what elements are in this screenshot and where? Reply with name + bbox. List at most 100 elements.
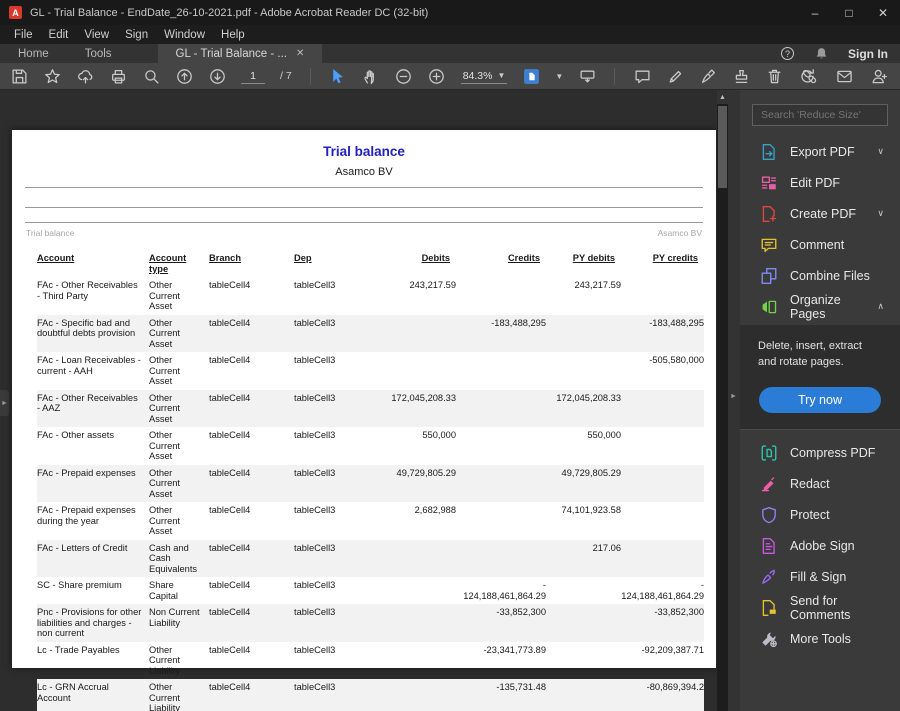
bell-icon[interactable] xyxy=(812,45,830,63)
menu-help[interactable]: Help xyxy=(213,25,253,44)
chevron-down-icon: ∨ xyxy=(877,146,884,156)
sidebar-item-export-pdf[interactable]: Export PDF ∨ xyxy=(740,136,900,167)
edit-pdf-icon xyxy=(760,174,778,192)
table-cell xyxy=(456,465,546,503)
table-cell xyxy=(456,427,546,465)
table-cell: 550,000 xyxy=(422,430,456,440)
scrollbar-thumb[interactable] xyxy=(718,106,727,188)
table-cell: -183,488,295 xyxy=(491,317,546,328)
sign-pen-icon[interactable] xyxy=(699,67,717,85)
table-cell: -183,488,295 xyxy=(649,317,704,328)
table-cell: -80,869,394.2 xyxy=(646,682,704,692)
table-cell: FAc - Other assets xyxy=(37,430,114,440)
hand-tool-icon[interactable] xyxy=(362,67,380,85)
page-number-input[interactable]: 1 xyxy=(241,68,265,84)
presentation-icon[interactable] xyxy=(578,67,596,85)
tools-pane-toggle-icon[interactable]: ► xyxy=(730,393,737,400)
divider xyxy=(25,222,703,223)
table-cell: tableCell3 xyxy=(294,392,336,403)
find-icon[interactable] xyxy=(142,67,160,85)
stamp-icon[interactable] xyxy=(732,67,750,85)
tools-search[interactable] xyxy=(752,104,888,126)
tab-close-icon[interactable]: ✕ xyxy=(296,48,304,59)
comment-tool-icon xyxy=(760,236,778,254)
zoom-out-icon[interactable] xyxy=(395,67,413,85)
zoom-level-value: 84.3% xyxy=(462,69,493,82)
sidebar-item-organize-pages[interactable]: Organize Pages ∧ xyxy=(740,291,900,322)
prev-page-icon[interactable] xyxy=(175,67,193,85)
sign-in-button[interactable]: Sign In xyxy=(848,47,888,61)
sidebar-item-edit-pdf[interactable]: Edit PDF xyxy=(740,167,900,198)
select-tool-icon[interactable] xyxy=(329,67,347,85)
sidebar-item-protect[interactable]: Protect xyxy=(740,500,900,531)
table-cell: FAc - Prepaid expenses xyxy=(37,467,136,478)
table-cell: FAc - Prepaid expenses during the year xyxy=(37,505,136,526)
menu-file[interactable]: File xyxy=(6,25,41,44)
nav-pane-toggle-icon[interactable]: ► xyxy=(0,390,9,416)
table-cell xyxy=(546,315,621,353)
save-icon[interactable] xyxy=(10,67,28,85)
table-cell: -505,580,000 xyxy=(649,355,704,365)
table-row: FAc - Specific bad and doubtful debts pr… xyxy=(37,314,704,353)
help-icon[interactable]: ? xyxy=(781,47,794,60)
fit-page-icon[interactable] xyxy=(522,67,540,85)
menu-sign[interactable]: Sign xyxy=(117,25,156,44)
sidebar-item-send-for-comments[interactable]: Send for Comments xyxy=(740,593,900,624)
sidebar-item-redact[interactable]: Redact xyxy=(740,469,900,500)
zoom-in-icon[interactable] xyxy=(428,67,446,85)
try-now-button[interactable]: Try now xyxy=(759,386,881,413)
table-cell: tableCell3 xyxy=(294,505,336,515)
vertical-scrollbar[interactable]: ▲ xyxy=(717,90,728,711)
table-cell: tableCell3 xyxy=(294,542,336,553)
table-cell: -33,852,300 xyxy=(654,607,704,617)
sidebar-item-compress-pdf[interactable]: Compress PDF xyxy=(740,438,900,469)
print-icon[interactable] xyxy=(109,67,127,85)
column-header: Debits xyxy=(421,253,450,263)
link-icon[interactable] xyxy=(800,67,818,85)
email-icon[interactable] xyxy=(835,67,853,85)
share-upload-icon[interactable] xyxy=(76,67,94,85)
menu-view[interactable]: View xyxy=(76,25,117,44)
search-input[interactable] xyxy=(753,109,887,121)
star-icon[interactable] xyxy=(43,67,61,85)
sidebar-item-label: Combine Files xyxy=(790,268,870,283)
table-cell: 2,682,988 xyxy=(414,505,456,515)
delete-icon[interactable] xyxy=(765,67,783,85)
column-header: Dep xyxy=(294,253,312,263)
sidebar-item-more-tools[interactable]: More Tools xyxy=(740,624,900,655)
tab-home[interactable]: Home xyxy=(0,44,67,63)
sidebar-item-fill-sign[interactable]: Fill & Sign xyxy=(740,562,900,593)
sidebar-item-comment[interactable]: Comment xyxy=(740,229,900,260)
menu-edit[interactable]: Edit xyxy=(41,25,77,44)
document-view: ► Trial balance Asamco BV Trial balance … xyxy=(0,90,740,711)
table-header-row: Account Account type Branch Dep Debits Credit… xyxy=(37,251,704,277)
comment-bubble-icon[interactable] xyxy=(633,67,651,85)
sidebar-item-adobe-sign[interactable]: Adobe Sign xyxy=(740,531,900,562)
table-cell xyxy=(621,277,704,315)
scroll-up-icon[interactable]: ▲ xyxy=(717,90,728,104)
tab-document[interactable]: GL - Trial Balance - ... ✕ xyxy=(157,44,323,63)
table-row: Pnc - Provisions for other liabilities a… xyxy=(37,604,704,642)
sidebar-item-combine-files[interactable]: Combine Files xyxy=(740,260,900,291)
zoom-select[interactable]: 84.3% ▼ xyxy=(460,68,508,84)
minimize-button[interactable]: – xyxy=(798,0,832,25)
maximize-button[interactable]: □ xyxy=(832,0,866,25)
profile-add-icon[interactable] xyxy=(870,67,888,85)
table-cell: tableCell3 xyxy=(294,580,336,590)
tab-tools[interactable]: Tools xyxy=(67,44,130,63)
sidebar-item-label: Redact xyxy=(790,477,830,492)
table-cell: tableCell4 xyxy=(209,607,251,617)
table-cell xyxy=(621,427,704,465)
sidebar-item-create-pdf[interactable]: Create PDF ∨ xyxy=(740,198,900,229)
table-cell xyxy=(621,502,704,540)
sidebar-item-label: Adobe Sign xyxy=(790,539,855,554)
highlight-icon[interactable] xyxy=(666,67,684,85)
menu-window[interactable]: Window xyxy=(156,25,213,44)
table-row: FAc - Prepaid expenses Other Current Asse… xyxy=(37,464,704,503)
table-cell: Other Current Asset xyxy=(149,505,181,536)
table-cell: - 124,188,461,864.29 xyxy=(621,580,704,601)
pdf-page: Trial balance Asamco BV Trial balance As… xyxy=(12,130,716,711)
next-page-icon[interactable] xyxy=(208,67,226,85)
close-button[interactable]: ✕ xyxy=(866,0,900,25)
table-cell xyxy=(621,390,704,428)
